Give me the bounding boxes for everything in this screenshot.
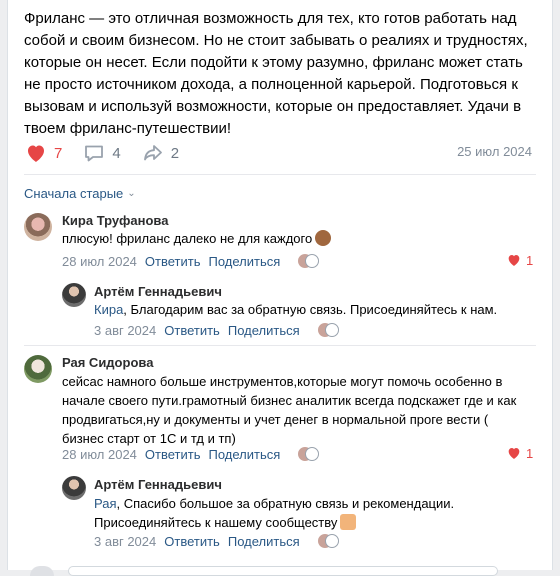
comment-author[interactable]: Рая Сидорова xyxy=(62,355,153,370)
monkey-emoji-icon xyxy=(315,230,332,246)
comment-input[interactable] xyxy=(68,566,498,576)
share-comment-button[interactable]: Поделиться xyxy=(228,323,300,338)
post-actions: 7 4 2 xyxy=(24,141,199,165)
thumbs-up-emoji-icon xyxy=(340,514,357,530)
post-date[interactable]: 25 июл 2024 xyxy=(457,144,532,159)
likers-avatars[interactable] xyxy=(315,321,342,339)
reply-author[interactable]: Артём Геннадьевич xyxy=(94,477,222,492)
avatar[interactable] xyxy=(24,355,52,383)
comment-like-count: 1 xyxy=(526,252,534,268)
comment-button[interactable]: 4 xyxy=(82,141,121,165)
comment-like-button[interactable]: 1 xyxy=(506,252,533,268)
reply-date[interactable]: 3 авг 2024 xyxy=(94,323,156,338)
share-count: 2 xyxy=(170,144,180,162)
comment-body: плюсую! фриланс далеко не для каждого xyxy=(62,231,313,246)
comment-like-count: 1 xyxy=(526,445,534,461)
reply-meta: 3 авг 2024 Ответить Поделиться xyxy=(94,321,342,339)
share-comment-button[interactable]: Поделиться xyxy=(228,534,300,549)
reply-button[interactable]: Ответить xyxy=(164,534,220,549)
comments-sort-dropdown[interactable]: Сначала старые ⌄ xyxy=(24,186,136,201)
reply-body: , Спасибо большое за обратную связь и ре… xyxy=(94,496,455,530)
reply-author[interactable]: Артём Геннадьевич xyxy=(94,284,222,299)
reply-text: Кира, Благодарим вас за обратную связь. … xyxy=(94,300,534,319)
like-count: 7 xyxy=(54,144,63,162)
heart-icon xyxy=(506,252,522,268)
share-comment-button[interactable]: Поделиться xyxy=(209,254,281,269)
share-comment-button[interactable]: Поделиться xyxy=(209,447,281,462)
share-icon xyxy=(141,141,165,165)
likers-avatars[interactable] xyxy=(315,532,342,550)
comment-meta: 28 июл 2024 Ответить Поделиться xyxy=(62,252,322,270)
avatar[interactable] xyxy=(62,283,86,307)
heart-icon xyxy=(506,445,522,461)
avatar[interactable] xyxy=(24,213,52,241)
comment-separator xyxy=(24,345,536,346)
user-avatar xyxy=(30,566,54,576)
comment-count: 4 xyxy=(112,144,121,162)
divider xyxy=(24,174,536,175)
avatar[interactable] xyxy=(62,476,86,500)
post-text: Фриланс — это отличная возможность для т… xyxy=(24,10,528,137)
mention-link[interactable]: Кира xyxy=(94,302,123,317)
share-button[interactable]: 2 xyxy=(141,141,179,165)
reply-body: , Благодарим вас за обратную связь. Прис… xyxy=(123,302,498,317)
sort-label: Сначала старые xyxy=(24,186,124,201)
post-card: Фриланс — это отличная возможность для т… xyxy=(7,0,553,576)
comment-icon xyxy=(82,141,106,165)
reply-button[interactable]: Ответить xyxy=(145,447,201,462)
reply-button[interactable]: Ответить xyxy=(145,254,201,269)
chevron-down-icon: ⌄ xyxy=(127,188,136,199)
mention-link[interactable]: Рая xyxy=(94,496,117,511)
comment-author[interactable]: Кира Труфанова xyxy=(62,213,168,228)
reply-button[interactable]: Ответить xyxy=(164,323,220,338)
heart-icon xyxy=(24,141,48,165)
comment-like-button[interactable]: 1 xyxy=(506,445,533,461)
like-button[interactable]: 7 xyxy=(24,141,62,165)
comment-date[interactable]: 28 июл 2024 xyxy=(62,254,137,269)
comment-date[interactable]: 28 июл 2024 xyxy=(62,447,137,462)
likers-avatars[interactable] xyxy=(296,252,322,270)
reply-date[interactable]: 3 авг 2024 xyxy=(94,534,156,549)
reply-meta: 3 авг 2024 Ответить Поделиться xyxy=(94,532,342,550)
comment-text: сейсас намного больше инструментов,котор… xyxy=(62,374,517,446)
reply-text: Рая, Спасибо большое за обратную связь и… xyxy=(94,494,524,532)
comment-text: плюсую! фриланс далеко не для каждого xyxy=(62,229,522,248)
comment-meta: 28 июл 2024 Ответить Поделиться xyxy=(62,445,322,463)
likers-avatars[interactable] xyxy=(296,445,322,463)
